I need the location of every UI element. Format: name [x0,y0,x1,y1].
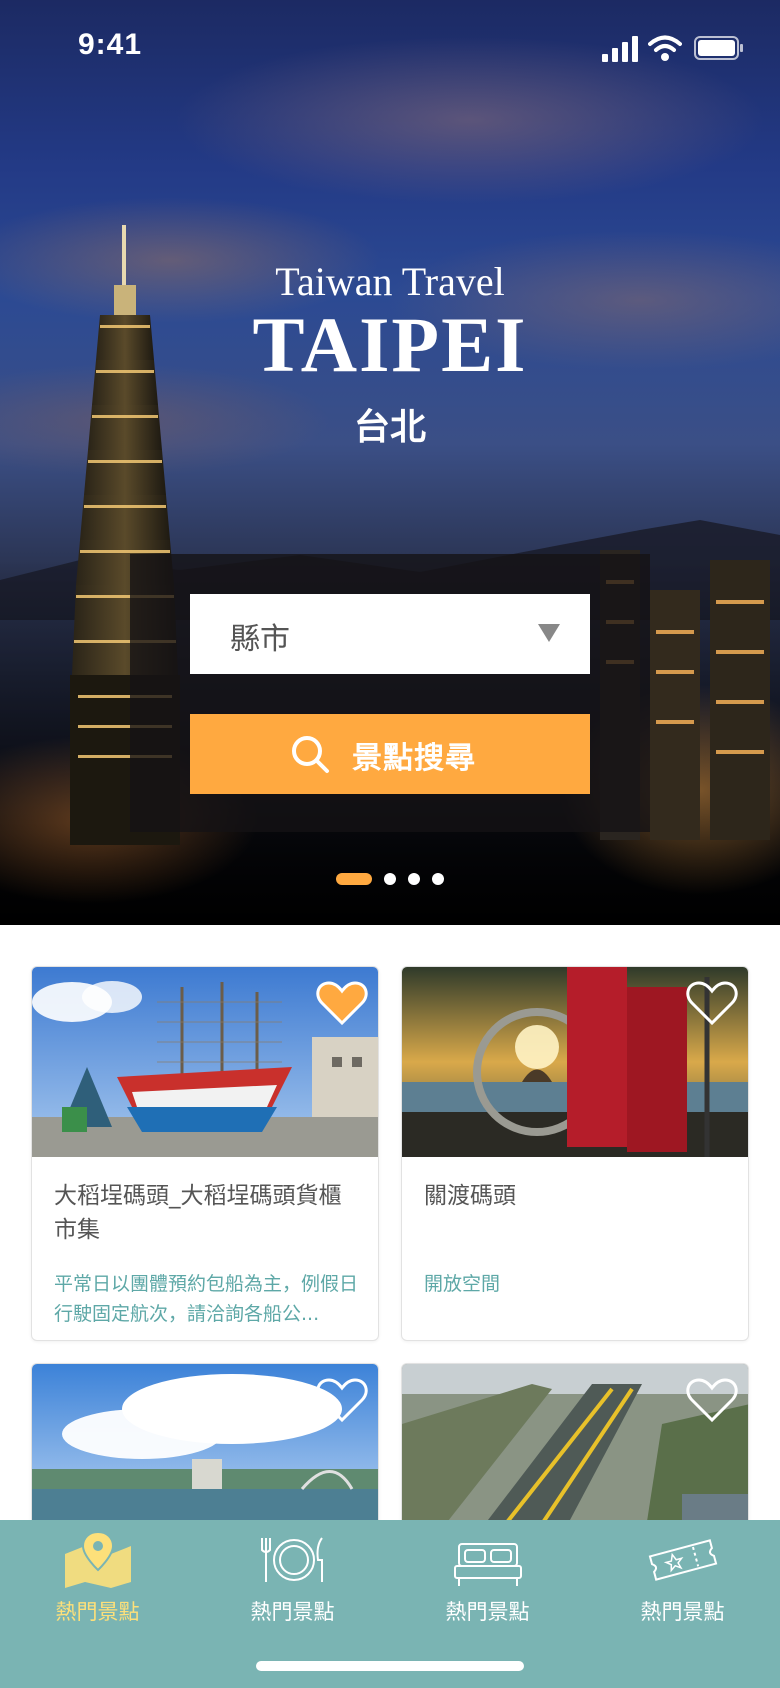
attraction-desc: 平常日以團體預約包船為主，例假日行駛固定航次，請洽詢各船公... [54,1273,359,1325]
heart-icon[interactable] [316,1376,368,1424]
tab-label: 熱門景點 [250,1600,335,1624]
attraction-desc: 開放空間 [424,1273,501,1295]
hero-banner: 9:41 Taiwan Travel TAIPEI 台北 縣市 景點搜尋 [0,0,780,925]
city-select[interactable]: 縣市 [190,594,590,674]
search-button-label: 景點搜尋 [352,741,476,776]
ticket-icon [648,1539,718,1581]
tab-label: 熱門景點 [640,1600,725,1624]
status-bar: 9:41 [0,0,780,96]
chevron-down-icon [538,624,560,642]
status-time: 9:41 [78,28,143,61]
dining-icon [261,1537,323,1582]
attraction-card[interactable]: 關渡碼頭 開放空間 [401,966,749,1341]
attraction-title: 關渡碼頭 [424,1183,516,1209]
cellular-signal-icon [602,36,638,62]
tab-lodging[interactable]: 熱門景點 [390,1520,585,1640]
tab-label: 熱門景點 [445,1600,530,1624]
map-pin-icon [65,1532,131,1588]
home-indicator[interactable] [256,1661,524,1671]
battery-icon [694,36,743,60]
hero-title-zh: 台北 [353,407,426,448]
hero-subtitle: Taiwan Travel [275,259,505,304]
carousel-indicator [0,872,780,886]
search-button[interactable]: 景點搜尋 [190,714,590,794]
carousel-dot[interactable] [408,873,420,885]
attraction-title: 大稻埕碼頭_大稻埕碼頭貨櫃市集 [54,1183,342,1243]
carousel-dot-active[interactable] [336,873,372,885]
carousel-dot[interactable] [384,873,396,885]
tab-hot-spots[interactable]: 熱門景點 [0,1520,195,1640]
hero-title: TAIPEI [252,301,528,388]
search-icon [292,736,329,773]
bed-icon [454,1543,522,1586]
carousel-dot[interactable] [432,873,444,885]
tab-label: 熱門景點 [55,1600,140,1624]
heart-icon[interactable] [686,1376,738,1424]
heart-icon[interactable] [316,979,368,1027]
heart-icon[interactable] [686,979,738,1027]
tab-dining[interactable]: 熱門景點 [195,1520,390,1640]
wifi-icon [648,35,682,61]
attraction-card[interactable]: 大稻埕碼頭_大稻埕碼頭貨櫃市集 平常日以團體預約包船為主，例假日行駛固定航次，請… [31,966,379,1341]
tab-activities[interactable]: 熱門景點 [585,1520,780,1640]
city-select-value: 縣市 [230,622,290,657]
